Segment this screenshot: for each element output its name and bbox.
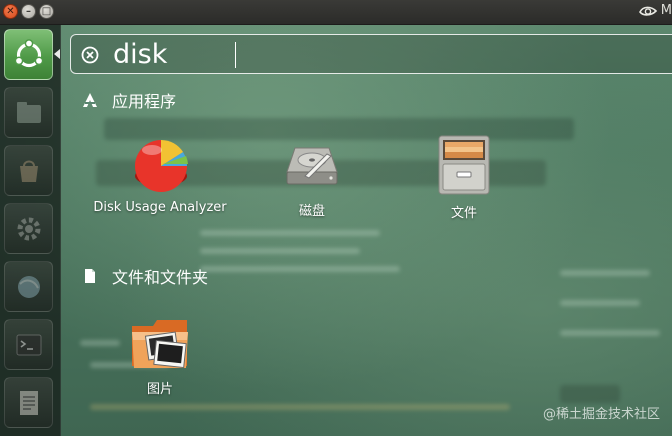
launcher-terminal[interactable] xyxy=(4,319,53,370)
result-label: 磁盘 xyxy=(298,204,325,219)
result-disk-usage-analyzer[interactable]: Disk Usage Analyzer xyxy=(85,134,235,215)
section-header-applications[interactable]: 应用程序 xyxy=(82,88,176,112)
clear-circle-icon[interactable] xyxy=(81,46,99,64)
launcher-file-manager[interactable] xyxy=(4,87,53,138)
launcher-web-browser[interactable] xyxy=(4,261,53,312)
web-browser-icon xyxy=(17,275,40,298)
software-center-icon xyxy=(19,160,38,182)
launcher xyxy=(0,25,61,436)
dash-search-bar[interactable] xyxy=(70,34,672,74)
result-label: Disk Usage Analyzer xyxy=(93,200,227,215)
result-disks[interactable]: 磁盘 xyxy=(237,138,387,219)
section-header-files-folders[interactable]: 文件和文件夹 xyxy=(82,264,208,288)
nvidia-icon[interactable] xyxy=(638,4,658,19)
result-label: 文件 xyxy=(450,206,477,221)
pictures-folder-icon xyxy=(132,320,188,369)
system-settings-icon xyxy=(17,217,40,240)
minimize-button[interactable]: – xyxy=(21,4,36,19)
watermark-text: @稀土掘金技术社区 xyxy=(542,407,660,422)
launcher-system-settings[interactable] xyxy=(4,203,53,254)
terminal-icon xyxy=(16,334,41,355)
result-files[interactable]: 文件 xyxy=(389,134,539,221)
file-manager-icon xyxy=(16,101,41,123)
disk-usage-analyzer-icon xyxy=(135,139,188,192)
applications-icon xyxy=(83,93,97,107)
maximize-icon: □ xyxy=(41,5,52,17)
launcher-software-center[interactable] xyxy=(4,145,53,196)
panel-indicator-text[interactable]: M xyxy=(661,3,672,18)
desktop-screen: ✕ – □ M disk 应用程序 Disk Usage Analyzer 磁盘… xyxy=(0,0,672,436)
text-editor-icon xyxy=(19,390,38,415)
maximize-button[interactable]: □ xyxy=(39,4,54,19)
ubuntu-dash-button[interactable] xyxy=(4,29,53,80)
launcher-active-indicator xyxy=(54,49,60,59)
minimize-icon: – xyxy=(26,5,31,17)
launcher-text-editor[interactable] xyxy=(4,377,53,428)
close-icon: ✕ xyxy=(6,5,15,17)
result-label: 图片 xyxy=(146,382,173,397)
close-button[interactable]: ✕ xyxy=(3,4,18,19)
text-caret xyxy=(235,42,236,68)
files-icon xyxy=(438,135,490,195)
top-panel: ✕ – □ M xyxy=(0,0,672,25)
section-title: 文件和文件夹 xyxy=(112,268,209,287)
disks-icon xyxy=(286,147,338,185)
result-pictures-folder[interactable]: 图片 xyxy=(85,316,235,397)
search-input[interactable] xyxy=(113,38,513,70)
ubuntu-dash-icon xyxy=(14,38,43,67)
document-icon xyxy=(85,269,95,283)
section-title: 应用程序 xyxy=(112,92,177,111)
